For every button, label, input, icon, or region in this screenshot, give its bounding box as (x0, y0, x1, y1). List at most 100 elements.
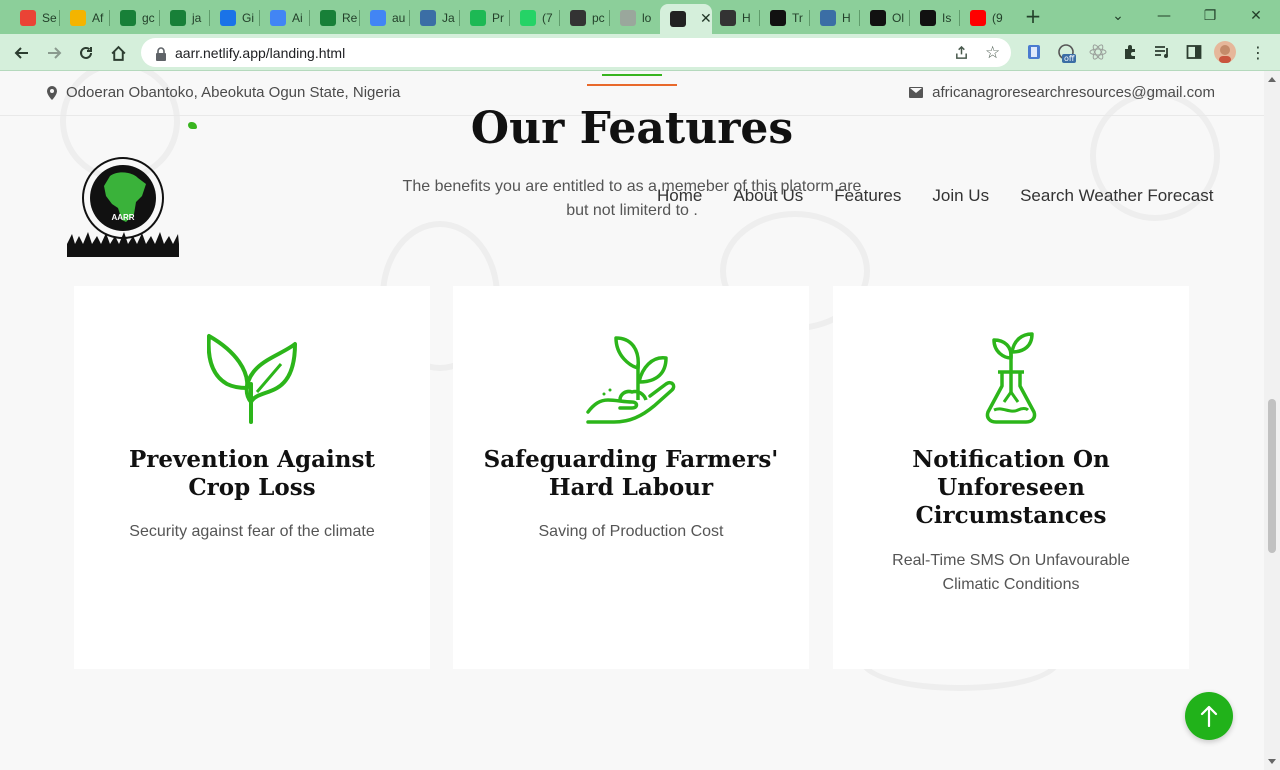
nav-features[interactable]: Features (834, 186, 901, 206)
bookmark-star-icon[interactable]: ☆ (985, 43, 1000, 63)
feature-card: Notification On Unforeseen Circumstances… (833, 286, 1189, 669)
media-controls-icon[interactable] (1152, 42, 1172, 62)
nav-join-us[interactable]: Join Us (932, 186, 989, 206)
envelope-icon (909, 87, 924, 98)
globe-icon (620, 10, 636, 26)
browser-tab[interactable]: lo (610, 4, 658, 32)
browser-tab[interactable]: ✕ (660, 4, 712, 34)
new-tab-button[interactable]: + (1022, 5, 1044, 27)
browser-tab[interactable]: gc (110, 4, 158, 32)
feature-card: Prevention Against Crop Loss Security ag… (74, 286, 430, 669)
side-panel-icon[interactable] (1184, 42, 1204, 62)
title-accent-orange (587, 84, 677, 86)
history-icon (720, 10, 736, 26)
card-title-line: Notification On (912, 446, 1110, 473)
flask-plant-icon (966, 332, 1056, 424)
tab-title: (9 (992, 11, 1003, 25)
browser-tab[interactable]: pc (560, 4, 608, 32)
back-arrow-icon (14, 47, 28, 59)
tab-title: ja (192, 11, 202, 25)
card-text-line: Saving of Production Cost (538, 523, 724, 540)
extensions-puzzle-icon[interactable] (1120, 42, 1140, 62)
profile-avatar[interactable] (1214, 41, 1236, 63)
site-logo[interactable]: AARR AFRICAN AGRICULTURAL RESEARCH RESOU… (66, 156, 180, 257)
address-bar[interactable]: aarr.netlify.app/landing.html ☆ (141, 38, 1011, 67)
extension-off-icon[interactable]: off (1056, 42, 1077, 63)
url-text: aarr.netlify.app/landing.html (175, 44, 346, 61)
site-logo-icon (670, 11, 686, 27)
address-text: Odoeran Obantoko, Abeokuta Ogun State, N… (66, 84, 401, 101)
card-title-line: Safeguarding Farmers' (483, 446, 779, 473)
browser-tab[interactable]: Ol (860, 4, 908, 32)
tab-title: Ai (292, 11, 303, 25)
tab-search-icon[interactable]: ⌄ (1098, 4, 1138, 28)
tab-title: Tr (792, 11, 803, 25)
page-scrollbar[interactable] (1264, 71, 1280, 770)
sprout-icon (206, 332, 297, 424)
close-window-button[interactable]: ✕ (1236, 4, 1276, 28)
card-title: Safeguarding Farmers' Hard Labour (473, 446, 789, 502)
card-title-line: Circumstances (915, 502, 1107, 529)
nav-home[interactable]: Home (657, 186, 702, 206)
nav-weather-forecast[interactable]: Search Weather Forecast (1020, 186, 1213, 206)
plus-cross-icon (320, 10, 336, 26)
browser-tab[interactable]: Ai (260, 4, 308, 32)
forward-button[interactable] (41, 40, 67, 66)
extension-tab-icon[interactable] (1024, 42, 1044, 62)
menu-kebab-icon[interactable]: ⋮ (1248, 42, 1268, 62)
minimize-button[interactable]: — (1144, 4, 1184, 28)
browser-tab[interactable]: Pr (460, 4, 508, 32)
browser-tab[interactable]: Is (910, 4, 958, 32)
reload-button[interactable] (73, 40, 99, 66)
email-text[interactable]: africanagroresearchresources@gmail.com (932, 84, 1215, 101)
browser-tab[interactable]: H (810, 4, 858, 32)
card-title: Prevention Against Crop Loss (94, 446, 410, 502)
nav-about-us[interactable]: About Us (733, 186, 803, 206)
logo-text: AARR (111, 213, 134, 222)
tab-title: Gi (242, 11, 254, 25)
browser-tab[interactable]: (7 (510, 4, 558, 32)
back-to-top-button[interactable] (1185, 692, 1233, 740)
scroll-down-arrow-icon[interactable] (1268, 759, 1276, 764)
browser-tab[interactable]: Af (60, 4, 108, 32)
browser-tab[interactable]: Gi (210, 4, 258, 32)
plus-cross-icon (170, 10, 186, 26)
gem-icon (470, 10, 486, 26)
plus-cross-icon (120, 10, 136, 26)
back-button[interactable] (9, 40, 35, 66)
restore-button[interactable]: ❐ (1190, 4, 1230, 28)
tab-title: au (392, 11, 406, 25)
home-button[interactable] (105, 40, 131, 66)
browser-tab[interactable]: Ja (410, 4, 458, 32)
globe-icon (420, 10, 436, 26)
feature-card: Safeguarding Farmers' Hard Labour Saving… (453, 286, 809, 669)
scroll-up-arrow-icon[interactable] (1268, 77, 1276, 82)
tab-title: lo (642, 11, 652, 25)
browser-tab[interactable]: Re (310, 4, 358, 32)
slides-icon (70, 10, 86, 26)
google-icon (270, 10, 286, 26)
main-nav: Home About Us Features Join Us Search We… (657, 186, 1213, 206)
tab-title: Ol (892, 11, 904, 25)
card-text-line: Climatic Conditions (942, 576, 1080, 593)
card-description: Security against fear of the climate (104, 520, 400, 544)
share-icon[interactable] (954, 45, 969, 64)
card-title-line: Unforeseen (937, 474, 1085, 501)
browser-tab[interactable]: ja (160, 4, 208, 32)
google-icon (370, 10, 386, 26)
browser-tab[interactable]: H (710, 4, 758, 32)
home-icon (110, 45, 126, 61)
browser-tab[interactable]: Tr (760, 4, 808, 32)
card-title-line: Prevention Against (128, 446, 376, 473)
tab-title: Re (342, 11, 358, 25)
address-info: Odoeran Obantoko, Abeokuta Ogun State, N… (47, 84, 400, 101)
browser-tab[interactable]: au (360, 4, 408, 32)
map-pin-icon (47, 85, 57, 100)
browser-tab[interactable]: Se (10, 4, 58, 32)
youtube-icon (970, 10, 986, 26)
tab-title: Pr (492, 11, 504, 25)
browser-tab[interactable]: (9 (960, 4, 1008, 32)
card-text-line: Security against fear of the climate (129, 523, 375, 540)
scrollbar-thumb[interactable] (1268, 399, 1276, 553)
react-devtools-icon[interactable] (1088, 42, 1108, 62)
